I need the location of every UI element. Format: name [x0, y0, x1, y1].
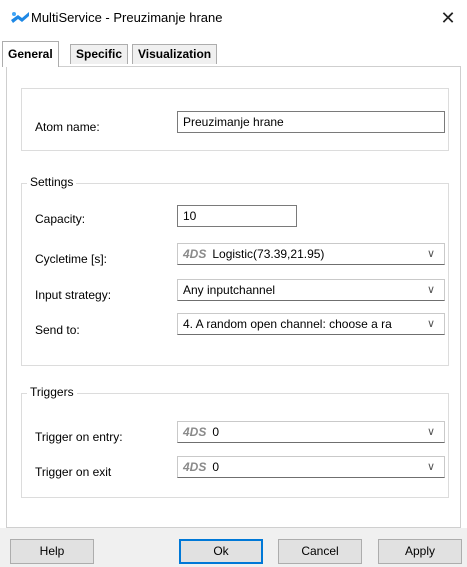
chevron-down-icon[interactable]: ∨	[424, 244, 438, 264]
trigger-exit-label: Trigger on exit	[35, 465, 112, 479]
cycletime-label: Cycletime [s]:	[35, 252, 108, 266]
send-to-value: 4. A random open channel: choose a ra	[183, 317, 392, 331]
settings-group-title: Settings	[27, 175, 77, 189]
close-icon[interactable]: ✕	[433, 6, 463, 30]
4ds-tag: 4DS	[183, 425, 207, 439]
4ds-tag: 4DS	[183, 460, 207, 474]
apply-button[interactable]: Apply	[378, 539, 462, 564]
send-to-label: Send to:	[35, 323, 80, 337]
ok-button[interactable]: Ok	[179, 539, 263, 564]
tab-general[interactable]: General	[2, 41, 59, 67]
trigger-entry-select[interactable]: 4DS 0 ∨	[177, 421, 445, 443]
cancel-button[interactable]: Cancel	[278, 539, 362, 564]
cycletime-select[interactable]: 4DS Logistic(73.39,21.95) ∨	[177, 243, 445, 265]
settings-group: Settings Capacity: 10 Cycletime [s]: 4DS…	[21, 175, 449, 366]
chevron-down-icon[interactable]: ∨	[424, 280, 438, 300]
atom-name-field[interactable]: Preuzimanje hrane	[177, 111, 445, 133]
trigger-exit-value: 0	[212, 460, 220, 474]
chevron-down-icon[interactable]: ∨	[424, 314, 438, 334]
triggers-group: Triggers Trigger on entry: 4DS 0 ∨ Trigge…	[21, 385, 449, 498]
tab-specific[interactable]: Specific	[70, 44, 129, 64]
trigger-entry-value: 0	[212, 425, 220, 439]
general-panel: Atom name: Preuzimanje hrane Settings Ca…	[6, 66, 461, 528]
window-title: MultiService - Preuzimanje hrane	[31, 10, 223, 25]
send-to-select[interactable]: 4. A random open channel: choose a ra ∨	[177, 313, 445, 335]
trigger-entry-label: Trigger on entry:	[35, 430, 123, 444]
button-bar: Help Ok Cancel Apply	[0, 528, 467, 567]
triggers-group-title: Triggers	[27, 385, 77, 399]
capacity-field[interactable]: 10	[177, 205, 297, 227]
input-strategy-value: Any inputchannel	[183, 283, 276, 297]
help-button[interactable]: Help	[10, 539, 94, 564]
atom-name-label: Atom name:	[35, 120, 100, 134]
trigger-exit-select[interactable]: 4DS 0 ∨	[177, 456, 445, 478]
title-bar: MultiService - Preuzimanje hrane ✕	[0, 0, 467, 36]
capacity-label: Capacity:	[35, 212, 86, 226]
tab-visualization[interactable]: Visualization	[132, 44, 218, 64]
cycletime-value: Logistic(73.39,21.95)	[212, 247, 325, 261]
atom-name-group: Atom name: Preuzimanje hrane	[21, 88, 449, 151]
4ds-tag: 4DS	[183, 247, 207, 261]
input-strategy-select[interactable]: Any inputchannel ∨	[177, 279, 445, 301]
tab-strip: General Specific Visualization	[0, 41, 467, 67]
chevron-down-icon[interactable]: ∨	[424, 457, 438, 477]
chevron-down-icon[interactable]: ∨	[424, 422, 438, 442]
input-strategy-label: Input strategy:	[35, 288, 112, 302]
multiservice-app-icon	[11, 12, 29, 23]
